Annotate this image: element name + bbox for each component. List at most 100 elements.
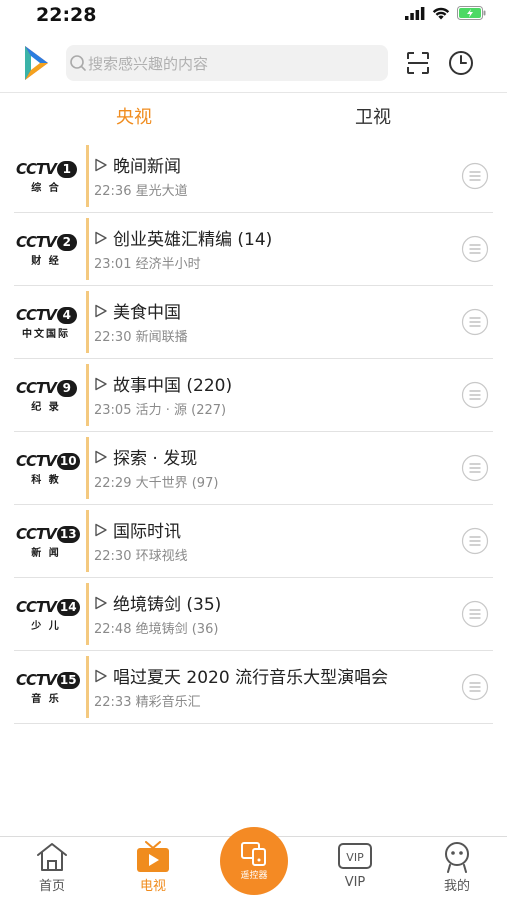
program-title-text: 国际时讯 [113,522,181,542]
remote-label: 遥控器 [240,870,268,881]
program-title-text: 故事中国 (220) [113,376,233,396]
logo-icon [25,46,48,80]
tab-cctv[interactable]: 央视 [116,103,152,129]
program-title-text: 唱过夏天 2020 流行音乐大型演唱会 [113,668,389,688]
play-icon [95,596,107,609]
divider-bar [86,437,89,499]
scan-icon[interactable] [406,51,430,75]
play-icon [95,304,107,317]
program-title[interactable]: 绝境铸剑 (35) [94,590,221,615]
program-title-text: 美食中国 [113,303,181,323]
menu-icon[interactable] [461,235,489,263]
logo-subtitle: 新 闻 [31,548,61,559]
search-input[interactable]: 搜索感兴趣的内容 [66,45,388,81]
nav-tv[interactable]: 电视 [123,841,183,894]
next-program: 22:48 绝境铸剑 (36) [94,622,219,637]
channel-row[interactable]: CCTV 10 科 教 探索 · 发现 22:29 大千世界 (97) [14,432,493,505]
channel-tabs: 央视 卫视 [0,92,507,140]
remote-button[interactable]: 遥控器 [220,827,288,895]
nav-mine-label: 我的 [443,879,470,894]
play-icon [95,523,107,536]
divider-bar [86,656,89,718]
status-time: 22:28 [36,4,97,26]
nav-vip-label: VIP [344,875,366,890]
wifi-icon [432,7,450,19]
logo-number: 1 [56,160,77,178]
menu-icon[interactable] [461,600,489,628]
logo-number: 14 [56,598,80,616]
next-program: 22:30 新闻联播 [94,330,188,345]
nav-mine[interactable]: 我的 [427,841,487,894]
logo-number: 10 [56,452,80,470]
program-title[interactable]: 唱过夏天 2020 流行音乐大型演唱会 [94,663,388,688]
channel-logo: CCTV 2 财 经 [16,232,80,268]
divider-bar [86,510,89,572]
divider-bar [86,583,89,645]
signal-icon [405,6,425,20]
channel-row[interactable]: CCTV 9 纪 录 故事中国 (220) 23:05 活力 · 源 (227) [14,359,493,432]
nav-vip[interactable]: VIP VIP [325,841,385,890]
logo-number: 9 [56,379,77,397]
bottom-nav: 首页 电视 遥控器 VIP VIP 我的 [0,827,507,900]
logo-word: CCTV [16,452,57,470]
play-icon [95,377,107,390]
program-title-text: 创业英雄汇精编 (14) [113,230,273,250]
search-placeholder: 搜索感兴趣的内容 [88,54,209,73]
nav-tv-label: 电视 [139,879,166,894]
divider-bar [86,145,89,207]
menu-icon[interactable] [461,673,489,701]
divider-bar [86,218,89,280]
play-icon [95,231,107,244]
logo-subtitle: 财 经 [31,256,61,267]
program-title[interactable]: 国际时讯 [94,517,181,542]
logo-number: 4 [56,306,77,324]
logo-number: 13 [56,525,80,543]
program-title[interactable]: 故事中国 (220) [94,371,232,396]
history-icon[interactable] [448,50,474,76]
menu-icon[interactable] [461,454,489,482]
channel-logo: CCTV 14 少 儿 [16,597,80,633]
logo-subtitle: 音 乐 [31,694,61,705]
logo-number: 2 [56,233,77,251]
program-title-text: 探索 · 发现 [113,449,198,469]
channel-row[interactable]: CCTV 1 综 合 晚间新闻 22:36 星光大道 [14,140,493,213]
logo-word: CCTV [16,233,57,251]
logo-word: CCTV [16,379,57,397]
channel-row[interactable]: CCTV 4 中文国际 美食中国 22:30 新闻联播 [14,286,493,359]
next-program: 23:01 经济半小时 [94,257,201,272]
channel-logo: CCTV 1 综 合 [16,159,80,195]
divider-bar [86,364,89,426]
channel-row[interactable]: CCTV 14 少 儿 绝境铸剑 (35) 22:48 绝境铸剑 (36) [14,578,493,651]
next-program: 22:36 星光大道 [94,184,188,199]
logo-subtitle: 纪 录 [31,402,61,413]
program-title[interactable]: 创业英雄汇精编 (14) [94,225,272,250]
logo-subtitle: 少 儿 [31,621,61,632]
tab-satellite[interactable]: 卫视 [355,103,391,129]
tv-icon [137,841,169,872]
program-title[interactable]: 美食中国 [94,298,181,323]
channel-logo: CCTV 4 中文国际 [16,305,80,341]
channel-list: CCTV 1 综 合 晚间新闻 22:36 星光大道 CCTV 2 财 经 创业… [14,140,507,724]
logo-word: CCTV [16,525,57,543]
program-title-text: 绝境铸剑 (35) [113,595,222,615]
status-icons [405,6,487,20]
logo-word: CCTV [16,598,57,616]
channel-row[interactable]: CCTV 15 音 乐 唱过夏天 2020 流行音乐大型演唱会 22:33 精彩音… [14,651,493,724]
nav-home-label: 首页 [38,879,65,894]
play-icon [95,450,107,463]
battery-icon [457,6,486,20]
menu-icon[interactable] [461,381,489,409]
menu-icon[interactable] [461,162,489,190]
menu-icon[interactable] [461,527,489,555]
channel-row[interactable]: CCTV 2 财 经 创业英雄汇精编 (14) 23:01 经济半小时 [14,213,493,286]
logo-subtitle: 综 合 [31,183,61,194]
next-program: 23:05 活力 · 源 (227) [94,403,227,418]
logo-number: 15 [56,671,80,689]
channel-row[interactable]: CCTV 13 新 闻 国际时讯 22:30 环球视线 [14,505,493,578]
logo-word: CCTV [16,160,57,178]
program-title[interactable]: 探索 · 发现 [94,444,197,469]
nav-home[interactable]: 首页 [22,841,82,894]
program-title[interactable]: 晚间新闻 [94,152,181,177]
menu-icon[interactable] [461,308,489,336]
logo-word: CCTV [16,671,57,689]
